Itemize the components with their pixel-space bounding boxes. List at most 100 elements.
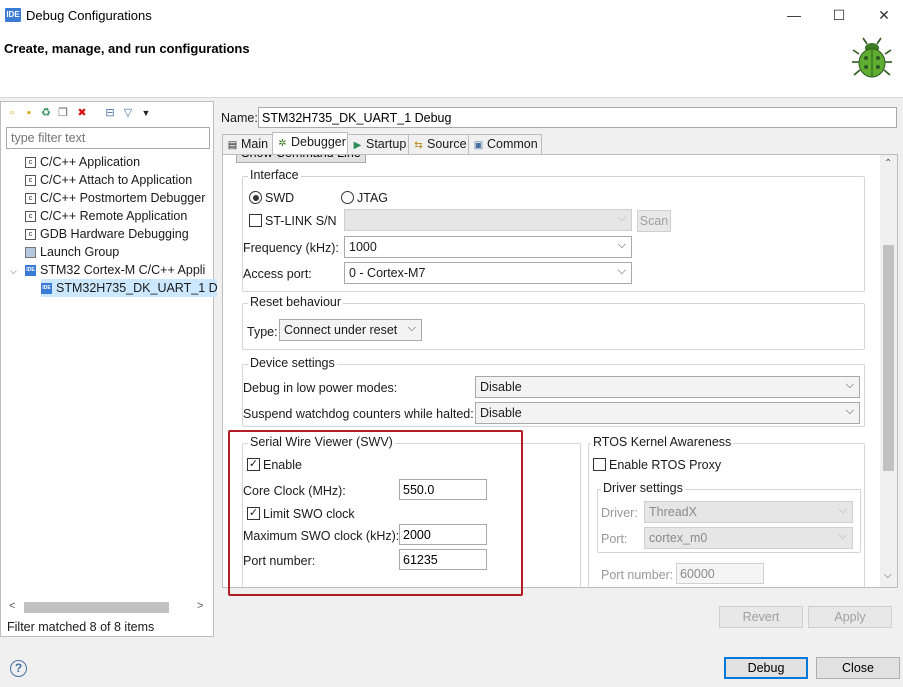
configuration-tree-panel: ▫ ▪ ♻ ❐ ✖ ⊟ ▽ ▼ cC/C++ Application cC/C+… <box>0 101 227 637</box>
rtos-proxy-checkbox[interactable] <box>593 458 606 471</box>
tree-horizontal-scrollbar[interactable]: < > <box>6 599 210 615</box>
maximize-button[interactable]: ☐ <box>816 0 862 31</box>
low-power-select[interactable]: Disable ⌵ <box>475 376 860 398</box>
header-title: Create, manage, and run configurations <box>4 41 250 56</box>
launch-group-icon <box>25 247 36 259</box>
interface-title: Interface <box>248 168 301 182</box>
driver-settings-group: Driver settings Driver: ThreadX ⌵ Port: c… <box>597 481 861 553</box>
scrollbar-thumb[interactable] <box>24 602 169 613</box>
scroll-down-icon[interactable]: ⌵ <box>884 570 892 581</box>
revert-button[interactable]: Revert <box>719 606 803 628</box>
new-config-icon[interactable]: ▫ <box>5 106 19 120</box>
content-vertical-scrollbar[interactable]: ⌃ ⌵ <box>880 155 897 587</box>
export-icon[interactable]: ♻ <box>39 106 53 120</box>
rtos-proxy-label: Enable RTOS Proxy <box>609 458 722 472</box>
scan-button[interactable]: Scan <box>637 210 671 232</box>
window-title: Debug Configurations <box>26 8 152 23</box>
device-settings-title: Device settings <box>248 356 337 370</box>
scroll-up-icon[interactable]: ⌃ <box>884 158 892 169</box>
scroll-right-icon[interactable]: > <box>197 600 203 612</box>
new-prototype-icon[interactable]: ▪ <box>22 106 36 120</box>
tree-item-c-attach[interactable]: c C/C++ Attach to Application <box>1 171 213 189</box>
ide-logo-icon: IDE <box>5 8 21 22</box>
apply-button[interactable]: Apply <box>808 606 892 628</box>
config-name-input[interactable] <box>258 107 897 128</box>
watchdog-label: Suspend watchdog counters while halted: <box>243 407 474 421</box>
tab-common[interactable]: ▣ Common <box>468 134 542 154</box>
title-bar: IDE Debug Configurations — ☐ ✕ <box>0 0 903 31</box>
reset-group: Reset behaviour Type: Connect under rese… <box>242 295 865 350</box>
tree-item-gdb-hardware[interactable]: c GDB Hardware Debugging <box>1 225 213 243</box>
c-icon: c <box>25 157 36 169</box>
rtos-port-number-input[interactable] <box>676 563 764 584</box>
chevron-down-icon: ⌵ <box>617 212 626 224</box>
dialog-header: Create, manage, and run configurations <box>0 31 903 98</box>
bug-icon <box>852 37 892 78</box>
minimize-icon: — <box>787 7 801 23</box>
stlink-sn-checkbox[interactable] <box>249 214 262 227</box>
chevron-down-icon: ⌵ <box>617 265 626 277</box>
driver-select[interactable]: ThreadX ⌵ <box>644 501 853 523</box>
tab-main[interactable]: ▤ Main <box>222 134 273 154</box>
swd-label: SWD <box>265 191 295 205</box>
tree-item-stm32-cortex-m[interactable]: ⌵ IDE STM32 Cortex-M C/C++ Appli <box>1 261 213 279</box>
collapse-all-icon[interactable]: ⊟ <box>103 106 117 120</box>
duplicate-icon[interactable]: ❐ <box>56 106 70 120</box>
c-icon: c <box>25 175 36 187</box>
c-icon: c <box>25 229 36 241</box>
tree-item-selected-config[interactable]: IDE STM32H735_DK_UART_1 De <box>1 279 227 297</box>
tree-item-launch-group[interactable]: Launch Group <box>1 243 213 261</box>
scroll-left-icon[interactable]: < <box>9 600 15 612</box>
ide-icon: IDE <box>25 265 36 277</box>
rtos-port-number-label: Port number: <box>601 568 674 582</box>
reset-type-select[interactable]: Connect under reset ⌵ <box>279 319 422 341</box>
close-button[interactable]: Close <box>816 657 900 679</box>
help-icon[interactable]: ? <box>10 660 27 677</box>
common-icon: ▣ <box>473 140 484 151</box>
access-port-label: Access port: <box>243 267 312 281</box>
tab-debugger[interactable]: ✲ Debugger <box>272 132 348 155</box>
tree-item-c-postmortem[interactable]: c C/C++ Postmortem Debugger <box>1 189 213 207</box>
frequency-select[interactable]: 1000 ⌵ <box>344 236 632 258</box>
tab-source[interactable]: ⇆ Source <box>408 134 469 154</box>
c-icon: c <box>25 193 36 205</box>
show-command-line-button[interactable]: Show Command Line <box>236 155 366 163</box>
ide-icon: IDE <box>41 283 52 295</box>
chevron-down-icon: ⌵ <box>838 504 847 516</box>
watchdog-select[interactable]: Disable ⌵ <box>475 402 860 424</box>
tree-item-c-application[interactable]: c C/C++ Application <box>1 153 213 171</box>
chevron-down-icon: ⌵ <box>845 379 854 391</box>
name-label: Name: <box>221 111 258 125</box>
interface-group: Interface SWD JTAG ST-LINK S/N ⌵ Scan Fr… <box>242 168 865 292</box>
rtos-title: RTOS Kernel Awareness <box>591 435 734 449</box>
main-tab-icon: ▤ <box>227 140 238 151</box>
stlink-sn-select[interactable]: ⌵ <box>344 209 632 231</box>
filter-status: Filter matched 8 of 8 items <box>7 620 155 634</box>
filter-input[interactable] <box>6 127 210 149</box>
driver-label: Driver: <box>601 506 638 520</box>
low-power-label: Debug in low power modes: <box>243 381 398 395</box>
view-menu-icon[interactable]: ▼ <box>139 106 153 120</box>
reset-title: Reset behaviour <box>248 295 344 309</box>
delete-icon[interactable]: ✖ <box>75 106 89 120</box>
access-port-select[interactable]: 0 - Cortex-M7 ⌵ <box>344 262 632 284</box>
tree-item-c-remote[interactable]: c C/C++ Remote Application <box>1 207 213 225</box>
chevron-down-icon: ⌵ <box>407 322 416 334</box>
reset-type-label: Type: <box>247 325 278 339</box>
c-icon: c <box>25 211 36 223</box>
jtag-radio[interactable] <box>341 191 354 204</box>
chevron-down-icon[interactable]: ⌵ <box>10 262 25 280</box>
filter-icon[interactable]: ▽ <box>121 106 135 120</box>
scrollbar-thumb[interactable] <box>883 245 894 471</box>
close-window-button[interactable]: ✕ <box>861 0 903 31</box>
swd-radio[interactable] <box>249 191 262 204</box>
rtos-port-select[interactable]: cortex_m0 ⌵ <box>644 527 853 549</box>
debug-button[interactable]: Debug <box>724 657 808 679</box>
tab-startup[interactable]: ▶ Startup <box>347 134 409 154</box>
source-icon: ⇆ <box>414 140 423 151</box>
startup-icon: ▶ <box>353 140 362 151</box>
jtag-label: JTAG <box>357 191 389 205</box>
rtos-port-label: Port: <box>601 532 628 546</box>
rtos-group: RTOS Kernel Awareness Enable RTOS Proxy … <box>588 435 865 587</box>
minimize-button[interactable]: — <box>771 0 817 31</box>
